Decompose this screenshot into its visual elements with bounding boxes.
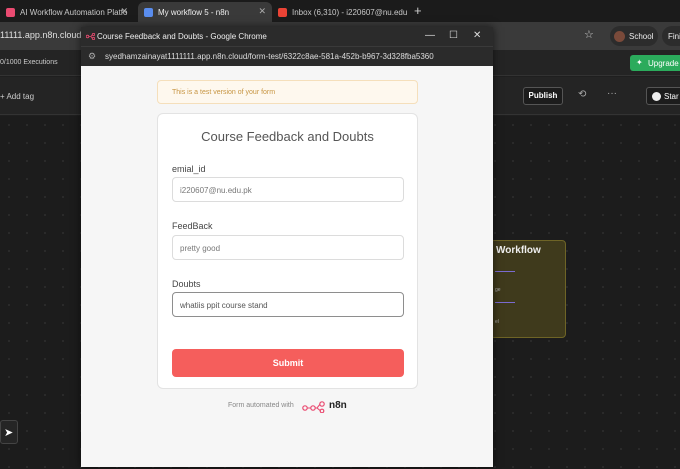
executions-counter: 0/1000 Executions: [0, 59, 58, 66]
maximize-button[interactable]: ☐: [449, 30, 458, 41]
upgrade-button[interactable]: Upgrade: [630, 55, 680, 71]
add-tag-button[interactable]: + Add tag: [0, 92, 34, 101]
tab-title: My workflow 5 - n8n: [158, 7, 230, 17]
github-star-button[interactable]: Star: [646, 87, 680, 105]
avatar: [614, 30, 625, 42]
history-icon[interactable]: ⟲: [578, 89, 586, 100]
address-url[interactable]: 11111.app.n8n.cloud/w: [0, 30, 90, 40]
profile-button[interactable]: School: [610, 26, 658, 46]
doubts-label: Doubts: [172, 279, 201, 289]
workflow-node[interactable]: Workflow ge el: [490, 240, 566, 338]
doubts-field[interactable]: whatiis ppit course stand: [172, 292, 404, 317]
test-version-notice: This is a test version of your form: [157, 80, 418, 104]
connector-line: [495, 271, 515, 272]
site-settings-icon[interactable]: ⚙: [88, 51, 96, 62]
gmail-icon: [278, 7, 287, 17]
tab-title: Inbox (6,310) - i220607@nu.edu: [292, 7, 408, 17]
star-label: Star: [664, 92, 679, 101]
form-title: Course Feedback and Doubts: [201, 129, 374, 144]
bookmark-star-icon[interactable]: ☆: [584, 28, 594, 41]
email-field[interactable]: i220607@nu.edu.pk: [172, 177, 404, 202]
tab-my-workflow[interactable]: My workflow 5 - n8n ✕: [138, 2, 272, 22]
publish-button[interactable]: Publish: [523, 87, 563, 105]
github-icon: [652, 92, 661, 101]
feedback-field[interactable]: pretty good: [172, 235, 404, 260]
n8n-favicon-icon: [144, 7, 153, 17]
new-tab-button[interactable]: +: [414, 3, 422, 18]
close-tab-icon[interactable]: ✕: [258, 6, 266, 17]
popup-titlebar: Course Feedback and Doubts - Google Chro…: [81, 27, 493, 46]
tab-strip: AI Workflow Automation Platfo ✕ My workf…: [0, 0, 680, 22]
footer-brand: n8n: [329, 400, 347, 411]
finish-setup-button[interactable]: Finis: [662, 26, 680, 46]
close-tab-icon[interactable]: ✕: [120, 6, 128, 17]
node-title: Workflow: [496, 245, 541, 256]
email-label: emial_id: [172, 164, 206, 174]
pointer-mode-button[interactable]: ➤: [0, 420, 18, 444]
node-text: el: [495, 319, 499, 325]
feedback-label: FeedBack: [172, 221, 213, 231]
profile-label: School: [629, 31, 654, 41]
tab-inbox[interactable]: Inbox (6,310) - i220607@nu.edu: [272, 2, 408, 22]
form-popup-window: Course Feedback and Doubts - Google Chro…: [81, 27, 493, 467]
popup-address-bar: ⚙ syedhamzainayat1111111.app.n8n.cloud/f…: [81, 46, 493, 66]
popup-window-title: Course Feedback and Doubts - Google Chro…: [97, 32, 267, 41]
pointer-icon: ➤: [4, 427, 14, 439]
tab-title: AI Workflow Automation Platfo: [20, 7, 128, 17]
connector-line: [495, 302, 515, 303]
minimize-button[interactable]: —: [425, 30, 435, 41]
form-card: Course Feedback and Doubts emial_id i220…: [157, 113, 418, 389]
submit-button[interactable]: Submit: [172, 349, 404, 377]
form-page: This is a test version of your form Cour…: [81, 66, 493, 467]
tab-ai-workflow[interactable]: AI Workflow Automation Platfo ✕: [0, 2, 134, 22]
popup-url[interactable]: syedhamzainayat1111111.app.n8n.cloud/for…: [105, 52, 434, 61]
form-footer: Form automated with n8n: [228, 400, 358, 415]
n8n-logo-icon: [302, 401, 325, 413]
close-window-button[interactable]: ✕: [473, 30, 481, 41]
n8n-favicon-icon: [86, 33, 95, 40]
n8n-favicon-icon: [6, 7, 15, 17]
footer-text: Form automated with: [228, 402, 294, 409]
node-text: ge: [495, 287, 501, 293]
more-options-icon[interactable]: ···: [607, 88, 617, 99]
